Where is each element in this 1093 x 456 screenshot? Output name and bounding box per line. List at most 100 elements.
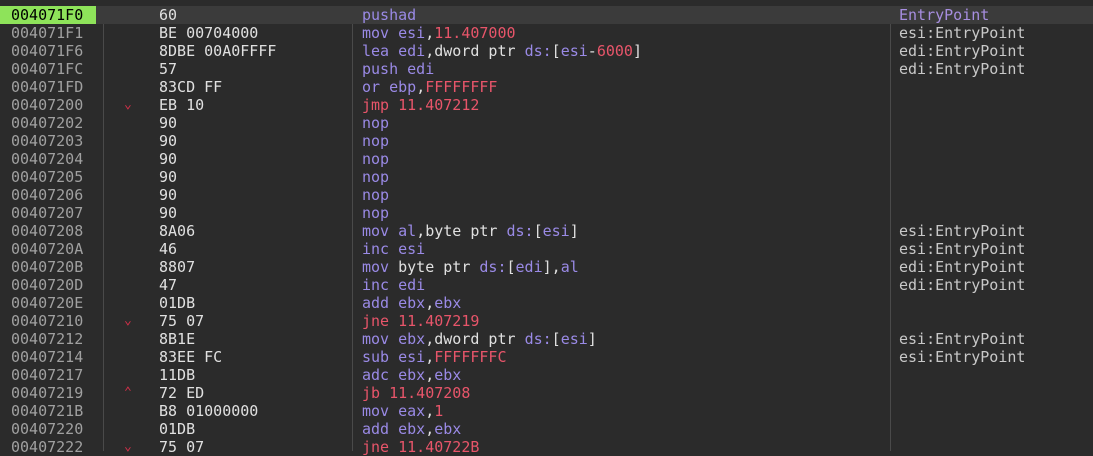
comment-cell: edi:EntryPoint: [899, 276, 1026, 294]
instruction-token: ebx: [398, 330, 426, 348]
instruction-row[interactable]: 0040720D 47 inc edi edi:EntryPoint: [0, 276, 1093, 294]
jump-up-arrow-icon: ⌃: [124, 385, 132, 400]
instruction-token: 11.407219: [398, 312, 480, 330]
address-cell: 004071F6: [11, 42, 84, 60]
instruction-row[interactable]: 00407210 ⌄ 75 07 jne 11.407219: [0, 312, 1093, 330]
instruction-row[interactable]: 00407206 90 nop: [0, 186, 1093, 204]
instruction-row[interactable]: 00407217 11DB adc ebx,ebx: [0, 366, 1093, 384]
instruction-token: esi: [398, 240, 426, 258]
instruction-token: ,: [425, 294, 435, 312]
instruction-token: ],: [542, 258, 561, 276]
address-cell: 00407222: [11, 438, 84, 456]
instruction-row[interactable]: 00407214 83EE FC sub esi,FFFFFFFC esi:Entry…: [0, 348, 1093, 366]
instruction-token: edi: [398, 276, 426, 294]
disassembly-view[interactable]: 004071F0 60 pushad EntryPoint 004071F1 BE 007…: [0, 0, 1093, 456]
instruction-token: ebx: [434, 420, 462, 438]
instruction-token: ebx: [398, 366, 426, 384]
bytes-cell: 90: [159, 114, 178, 132]
instruction-row[interactable]: 00407222 ⌄ 75 07 jne 11.40722B: [0, 438, 1093, 456]
instruction-row[interactable]: 00407220 01DB add ebx,ebx: [0, 420, 1093, 438]
instruction-token: edi: [407, 60, 435, 78]
instruction-token: nop: [362, 132, 390, 150]
instruction-row[interactable]: 0040720A 46 inc esi esi:EntryPoint: [0, 240, 1093, 258]
instruction-row[interactable]: 0040720E 01DB add ebx,ebx: [0, 294, 1093, 312]
bytes-cell: 90: [159, 132, 178, 150]
bytes-cell: 90: [159, 186, 178, 204]
bytes-cell: 11DB: [159, 366, 196, 384]
instruction-token: edi: [398, 42, 426, 60]
instruction-cell: jb 11.407208: [362, 384, 470, 402]
instruction-token: ,: [425, 420, 435, 438]
address-cell: 00407206: [11, 186, 84, 204]
bytes-cell: 75 07: [159, 438, 205, 456]
instruction-row[interactable]: 0040721B B8 01000000 mov eax,1: [0, 402, 1093, 420]
instruction-row[interactable]: 00407200 ⌄ EB 10 jmp 11.407212: [0, 96, 1093, 114]
instruction-token: ebx: [398, 420, 426, 438]
instruction-row[interactable]: 00407208 8A06 mov al,byte ptr ds:[esi] esi:…: [0, 222, 1093, 240]
address-cell: 00407203: [11, 132, 84, 150]
instruction-token: [: [533, 222, 543, 240]
instruction-cell: inc edi: [362, 276, 425, 294]
bytes-cell: 8B1E: [159, 330, 196, 348]
comment-cell: esi:EntryPoint: [899, 330, 1026, 348]
instruction-token: [: [551, 330, 561, 348]
instruction-cell: jmp 11.407212: [362, 96, 479, 114]
instruction-row[interactable]: 00407212 8B1E mov ebx,dword ptr ds:[esi] es…: [0, 330, 1093, 348]
instruction-row[interactable]: 004071F1 BE 00704000 mov esi,11.407000 esi:…: [0, 24, 1093, 42]
instruction-token: pushad: [362, 6, 417, 24]
address-cell: 004071FC: [11, 60, 84, 78]
instruction-token: ds:: [506, 222, 534, 240]
instruction-row[interactable]: 00407207 90 nop: [0, 204, 1093, 222]
address-cell: 0040720A: [11, 240, 84, 258]
instruction-token: ds:: [479, 258, 507, 276]
comment-cell: edi:EntryPoint: [899, 258, 1026, 276]
instruction-row[interactable]: 004071F0 60 pushad EntryPoint: [0, 6, 1093, 24]
instruction-cell: mov eax,1: [362, 402, 443, 420]
instruction-row[interactable]: 00407205 90 nop: [0, 168, 1093, 186]
instruction-token: [: [506, 258, 516, 276]
instruction-token: eax: [398, 402, 426, 420]
comment-cell: EntryPoint: [899, 6, 990, 24]
instruction-cell: nop: [362, 114, 389, 132]
instruction-cell: add ebx,ebx: [362, 294, 461, 312]
instruction-token: al: [560, 258, 579, 276]
instruction-token: ,dword ptr: [425, 330, 525, 348]
comment-cell: esi:EntryPoint: [899, 24, 1026, 42]
instruction-row[interactable]: 00407204 90 nop: [0, 150, 1093, 168]
instruction-cell: jne 11.407219: [362, 312, 479, 330]
instruction-token: ,: [425, 24, 435, 42]
instruction-token: jb: [362, 384, 390, 402]
instruction-token: add: [362, 294, 399, 312]
address-cell: 00407204: [11, 150, 84, 168]
address-cell: 00407220: [11, 420, 84, 438]
instruction-row[interactable]: 0040720B 8807 mov byte ptr ds:[edi],al edi:…: [0, 258, 1093, 276]
instruction-token: ]: [569, 222, 579, 240]
instruction-token: 11.407208: [389, 384, 471, 402]
instruction-cell: nop: [362, 168, 389, 186]
bytes-cell: 8DBE 00A0FFFF: [159, 42, 277, 60]
address-cell: 00407202: [11, 114, 84, 132]
instruction-token: FFFFFFFF: [425, 78, 498, 96]
instruction-cell: nop: [362, 186, 389, 204]
instruction-token: 1: [434, 402, 444, 420]
address-cell: 0040721B: [11, 402, 84, 420]
instruction-row[interactable]: 00407203 90 nop: [0, 132, 1093, 150]
bytes-cell: 01DB: [159, 420, 196, 438]
address-cell: 00407212: [11, 330, 84, 348]
instruction-token: 11.407000: [434, 24, 516, 42]
comment-cell: esi:EntryPoint: [899, 348, 1026, 366]
address-cell: 00407214: [11, 348, 84, 366]
instruction-cell: adc ebx,ebx: [362, 366, 461, 384]
instruction-row[interactable]: 00407202 90 nop: [0, 114, 1093, 132]
instruction-token: al: [398, 222, 417, 240]
instruction-token: ebx: [434, 366, 462, 384]
instruction-row[interactable]: 004071F6 8DBE 00A0FFFF lea edi,dword ptr d…: [0, 42, 1093, 60]
instruction-token: ]: [587, 330, 597, 348]
bytes-cell: 60: [159, 6, 178, 24]
bytes-cell: EB 10: [159, 96, 205, 114]
instruction-row[interactable]: 00407219 ⌃ 72 ED jb 11.407208: [0, 384, 1093, 402]
instruction-token: [: [551, 42, 561, 60]
instruction-token: mov: [362, 258, 399, 276]
instruction-row[interactable]: 004071FC 57 push edi edi:EntryPoint: [0, 60, 1093, 78]
instruction-row[interactable]: 004071FD 83CD FF or ebp,FFFFFFFF: [0, 78, 1093, 96]
